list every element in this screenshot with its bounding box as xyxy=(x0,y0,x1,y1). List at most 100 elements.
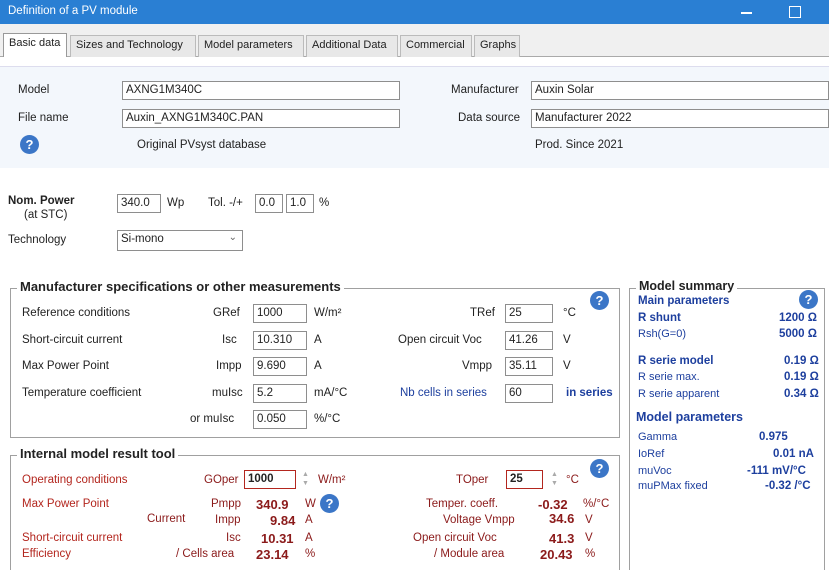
tol-plus-field[interactable]: 1.0 xyxy=(286,194,314,213)
goper-unit: W/m² xyxy=(318,474,346,486)
technology-dropdown[interactable]: Si-mono ⌄ xyxy=(117,230,243,251)
tab-model-parameters[interactable]: Model parameters xyxy=(198,35,304,57)
pmpp-unit: W xyxy=(305,498,316,510)
stc-label: (at STC) xyxy=(24,209,68,221)
help-icon[interactable]: ? xyxy=(320,494,339,513)
tab-basic-data[interactable]: Basic data xyxy=(3,33,67,58)
nom-power-label: Nom. Power xyxy=(8,195,75,207)
help-icon[interactable]: ? xyxy=(20,135,39,154)
tab-sizes-technology[interactable]: Sizes and Technology xyxy=(70,35,196,57)
manufacturer-label: Manufacturer xyxy=(451,84,519,96)
impp-unit: A xyxy=(314,360,322,372)
mupmax-label: muPMax fixed xyxy=(638,480,708,492)
filename-field[interactable]: Auxin_AXNG1M340C.PAN xyxy=(122,109,400,128)
chevron-down-icon: ⌄ xyxy=(228,232,237,243)
temper-coeff-unit: %/°C xyxy=(583,498,610,510)
datasource-field[interactable]: Manufacturer 2022 xyxy=(531,109,829,128)
gref-label: GRef xyxy=(213,307,240,319)
tool-isc-unit: A xyxy=(305,532,313,544)
pmpp-label: Pmpp xyxy=(211,498,242,510)
technology-value: Si-mono xyxy=(121,233,164,245)
production-text: Prod. Since 2021 xyxy=(535,139,624,151)
minimize-icon[interactable] xyxy=(732,2,762,22)
rserie-model-label: R serie model xyxy=(638,355,714,367)
ioref-label: IoRef xyxy=(638,448,665,460)
ioref-value: 0.01 nA xyxy=(773,448,814,460)
tab-graphs[interactable]: Graphs xyxy=(474,35,520,57)
toper-label: TOper xyxy=(456,474,489,486)
tool-voc-label: Open circuit Voc xyxy=(413,532,497,544)
voc-unit: V xyxy=(563,334,571,346)
isc-unit: A xyxy=(314,334,322,346)
technology-label: Technology xyxy=(8,234,67,246)
voltage-vmpp-unit: V xyxy=(585,514,593,526)
nom-power-unit: Wp xyxy=(167,197,185,209)
muisc-pct-field[interactable]: 0.050 xyxy=(253,410,307,429)
gamma-value: 0.975 xyxy=(759,431,788,443)
maximize-icon[interactable] xyxy=(779,2,809,22)
isc-field[interactable]: 10.310 xyxy=(253,331,307,350)
model-parameters-label: Model parameters xyxy=(636,410,743,424)
voc-field[interactable]: 41.26 xyxy=(505,331,553,350)
gamma-label: Gamma xyxy=(638,431,678,443)
tool-isc-value: 10.31 xyxy=(261,531,294,546)
tab-additional-data[interactable]: Additional Data xyxy=(306,35,398,57)
goper-field[interactable]: 1000 xyxy=(244,470,296,489)
title-bar: Definition of a PV module xyxy=(0,0,829,24)
voltage-vmpp-label: Voltage Vmpp xyxy=(443,514,515,526)
help-icon[interactable]: ? xyxy=(590,291,609,310)
goper-spinner[interactable]: ▲ ▼ xyxy=(300,470,311,489)
muisc-label: muIsc xyxy=(212,387,243,399)
window-title: Definition of a PV module xyxy=(8,5,138,17)
module-area-value: 20.43 xyxy=(540,547,573,562)
manufacturer-specs-title: Manufacturer specifications or other mea… xyxy=(17,279,344,294)
goper-label: GOper xyxy=(204,474,239,486)
tab-bar: Basic data Sizes and Technology Model pa… xyxy=(0,24,829,58)
cells-area-unit: % xyxy=(305,548,316,560)
manufacturer-field[interactable]: Auxin Solar xyxy=(531,81,829,100)
toper-unit: °C xyxy=(566,474,579,486)
toper-field[interactable]: 25 xyxy=(506,470,543,489)
nom-power-field[interactable]: 340.0 xyxy=(117,194,161,213)
rshunt-value: 1200 Ω xyxy=(779,312,817,324)
tref-label: TRef xyxy=(470,307,495,319)
nb-cells-field[interactable]: 60 xyxy=(505,384,553,403)
cells-area-label: / Cells area xyxy=(176,548,235,560)
model-field[interactable]: AXNG1M340C xyxy=(122,81,400,100)
tolerance-unit: % xyxy=(319,197,330,209)
toper-spinner[interactable]: ▲ ▼ xyxy=(549,470,560,489)
tool-isc-label: Isc xyxy=(226,532,241,544)
rserie-model-value: 0.19 Ω xyxy=(784,355,819,367)
tol-minus-field[interactable]: 0.0 xyxy=(255,194,283,213)
help-icon[interactable]: ? xyxy=(590,459,609,478)
main-parameters-label: Main parameters xyxy=(638,295,730,307)
efficiency-label: Efficiency xyxy=(22,548,72,560)
rshg-value: 5000 Ω xyxy=(779,328,817,340)
tool-impp-value: 9.84 xyxy=(270,513,296,528)
pmpp-value: 340.9 xyxy=(256,497,289,512)
rserie-apparent-label: R serie apparent xyxy=(638,388,720,400)
tool-sc-label: Short-circuit current xyxy=(22,532,123,544)
nb-cells-label: Nb cells in series xyxy=(400,387,487,399)
tref-field[interactable]: 25 xyxy=(505,304,553,323)
tool-voc-unit: V xyxy=(585,532,593,544)
muisc-field[interactable]: 5.2 xyxy=(253,384,307,403)
filename-label: File name xyxy=(18,112,69,124)
help-icon[interactable]: ? xyxy=(799,290,818,309)
tab-commercial[interactable]: Commercial xyxy=(400,35,472,57)
impp-field[interactable]: 9.690 xyxy=(253,357,307,376)
isc-label: Isc xyxy=(222,334,237,346)
vmpp-field[interactable]: 35.11 xyxy=(505,357,553,376)
rshunt-label: R shunt xyxy=(638,312,681,324)
muvoc-value: -111 mV/°C xyxy=(747,465,806,477)
tolerance-label: Tol. -/+ xyxy=(208,197,243,209)
database-text: Original PVsyst database xyxy=(137,139,267,151)
muisc-unit: mA/°C xyxy=(314,387,348,399)
gref-field[interactable]: 1000 xyxy=(253,304,307,323)
rserie-max-label: R serie max. xyxy=(638,371,700,383)
ref-conditions-label: Reference conditions xyxy=(22,307,131,319)
model-label: Model xyxy=(18,84,50,96)
voc-label: Open circuit Voc xyxy=(398,334,482,346)
internal-model-title: Internal model result tool xyxy=(17,446,179,461)
vmpp-label: Vmpp xyxy=(462,360,493,372)
